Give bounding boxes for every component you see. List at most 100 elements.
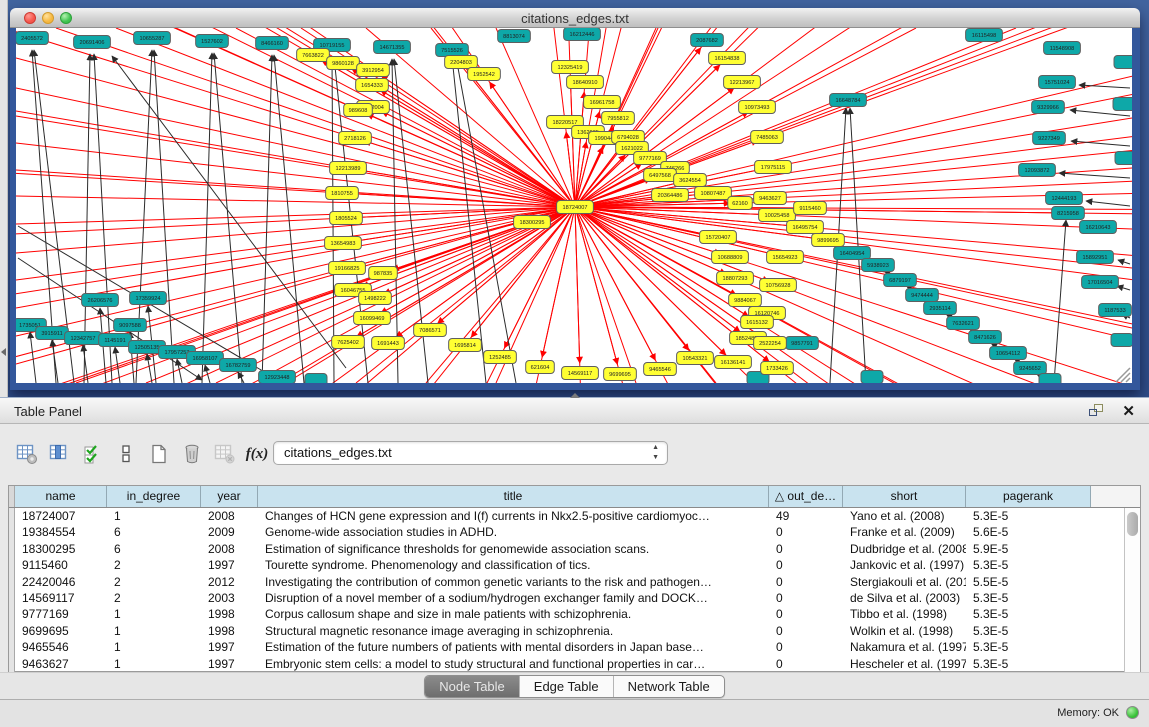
table-cell[interactable]: 1997	[201, 639, 258, 655]
network-node[interactable]: 989608	[344, 104, 373, 117]
table-cell[interactable]: 9777169	[15, 606, 107, 622]
network-edge[interactable]	[1059, 173, 1130, 178]
network-node[interactable]: 8813074	[498, 30, 531, 43]
network-node[interactable]: 10025458	[759, 209, 796, 222]
table-cell[interactable]: 5.3E-5	[966, 639, 1091, 655]
network-node[interactable]: 9465546	[644, 363, 677, 376]
network-node[interactable]	[305, 374, 327, 384]
table-cell[interactable]: Franke et al. (2009)	[843, 524, 966, 540]
network-node[interactable]: 14569117	[562, 367, 599, 380]
table-cell[interactable]: 2008	[201, 508, 258, 524]
table-row[interactable]: 1456911722003Disruption of a novel membe…	[9, 590, 1124, 606]
select-columns-icon[interactable]	[78, 440, 108, 468]
network-node[interactable]: 3912954	[357, 64, 390, 77]
network-edge[interactable]	[16, 28, 575, 207]
network-edge[interactable]	[575, 207, 1132, 383]
network-node[interactable]: 6879197	[884, 274, 917, 287]
table-row[interactable]: 1872400712008Changes of HCN gene express…	[9, 508, 1124, 524]
network-node[interactable]: 16099469	[354, 312, 391, 325]
network-edge[interactable]	[1117, 286, 1130, 290]
network-node[interactable]: 16495754	[787, 221, 824, 234]
vertical-scrollbar[interactable]	[1124, 508, 1140, 672]
float-panel-icon[interactable]	[1089, 404, 1105, 418]
network-node[interactable]: 9899695	[812, 234, 845, 247]
network-edge[interactable]	[575, 207, 617, 364]
table-cell[interactable]: 18724007	[15, 508, 107, 524]
network-node[interactable]: 12093872	[1019, 164, 1056, 177]
network-node[interactable]: 19166825	[329, 262, 366, 275]
network-node[interactable]: 621604	[526, 361, 555, 374]
table-cell[interactable]: Structural magnetic resonance image aver…	[258, 623, 769, 639]
table-row[interactable]: 946554611997Estimation of the future num…	[9, 639, 1124, 655]
network-node[interactable]: 9463627	[754, 192, 787, 205]
table-cell[interactable]: Estimation of the future numbers of pati…	[258, 639, 769, 655]
network-node[interactable]: 20364486	[652, 189, 689, 202]
network-node[interactable]: 16782759	[220, 359, 257, 372]
network-node[interactable]: 9097588	[114, 319, 147, 332]
table-cell[interactable]: 1	[107, 623, 201, 639]
network-node[interactable]: 1691443	[372, 337, 405, 350]
table-cell[interactable]: 14569117	[15, 590, 107, 606]
table-cell[interactable]: Disruption of a novel member of a sodium…	[258, 590, 769, 606]
network-edge[interactable]	[850, 108, 866, 383]
column-header-short[interactable]: short	[843, 486, 966, 507]
table-cell[interactable]: 2	[107, 557, 201, 573]
network-edge[interactable]	[382, 111, 575, 207]
network-node[interactable]: 18300295	[514, 216, 551, 229]
table-panel-header[interactable]: Table Panel ✕	[0, 397, 1149, 424]
network-edge[interactable]	[16, 28, 575, 207]
network-node[interactable]: 1654333	[356, 79, 389, 92]
network-node[interactable]: 11548908	[1044, 42, 1081, 55]
network-edge[interactable]	[575, 207, 1132, 383]
network-node[interactable]: 3624554	[674, 174, 707, 187]
network-node[interactable]: 987835	[369, 267, 398, 280]
network-edge[interactable]	[236, 28, 575, 207]
table-cell[interactable]: Tourette syndrome. Phenomenology and cla…	[258, 557, 769, 573]
network-node[interactable]: 2522254	[754, 337, 787, 350]
network-edge[interactable]	[575, 207, 1132, 383]
control-panel-collapsed-strip[interactable]	[0, 0, 8, 397]
table-select-dropdown[interactable]: citations_edges.txt ▲▼	[273, 441, 668, 465]
network-node[interactable]: 16154838	[709, 52, 746, 65]
network-node[interactable]: 16210643	[1080, 221, 1117, 234]
network-node[interactable]: 7663822	[297, 49, 330, 62]
network-edge[interactable]	[456, 57, 516, 383]
network-node[interactable]: 10655287	[134, 32, 171, 45]
network-node[interactable]: 1810755	[326, 187, 359, 200]
table-cell[interactable]: 0	[769, 639, 843, 655]
table-cell[interactable]: 0	[769, 524, 843, 540]
network-node[interactable]	[1113, 98, 1132, 111]
network-node[interactable]: 5938923	[862, 259, 895, 272]
table-cell[interactable]: 1	[107, 639, 201, 655]
column-header-in_degree[interactable]: in_degree	[107, 486, 201, 507]
table-cell[interactable]: 2	[107, 590, 201, 606]
table-cell[interactable]: 18300295	[15, 541, 107, 557]
network-node[interactable]: 7086571	[414, 324, 447, 337]
table-cell[interactable]: Genome-wide association studies in ADHD.	[258, 524, 769, 540]
table-cell[interactable]: 0	[769, 590, 843, 606]
network-node[interactable]: 1695814	[449, 339, 482, 352]
network-node[interactable]: 6497568	[644, 169, 677, 182]
network-edge[interactable]	[154, 50, 174, 383]
network-edge[interactable]	[1086, 201, 1130, 206]
canvas-resize-grip-icon[interactable]	[1116, 368, 1130, 382]
table-cell[interactable]: Tibbo et al. (1998)	[843, 606, 966, 622]
network-edge[interactable]	[452, 57, 486, 383]
table-cell[interactable]: 5.3E-5	[966, 606, 1091, 622]
network-edge[interactable]	[274, 55, 304, 383]
table-cell[interactable]: 0	[769, 557, 843, 573]
network-node[interactable]: 16212446	[564, 28, 601, 41]
delete-table-icon[interactable]	[210, 440, 240, 468]
table-cell[interactable]: 1997	[201, 656, 258, 672]
network-edge[interactable]	[147, 354, 152, 383]
network-edge[interactable]	[575, 207, 655, 360]
scrollbar-thumb[interactable]	[1127, 512, 1138, 536]
network-node[interactable]: 10688809	[712, 251, 749, 264]
network-node[interactable]: 16404954	[834, 247, 871, 260]
network-node[interactable]	[1114, 56, 1132, 69]
function-builder-icon[interactable]: f(x)	[243, 440, 273, 468]
network-edge[interactable]	[381, 90, 575, 207]
table-cell[interactable]: 0	[769, 623, 843, 639]
network-node[interactable]	[1115, 152, 1132, 165]
table-row[interactable]: 2242004622012Investigating the contribut…	[9, 574, 1124, 590]
